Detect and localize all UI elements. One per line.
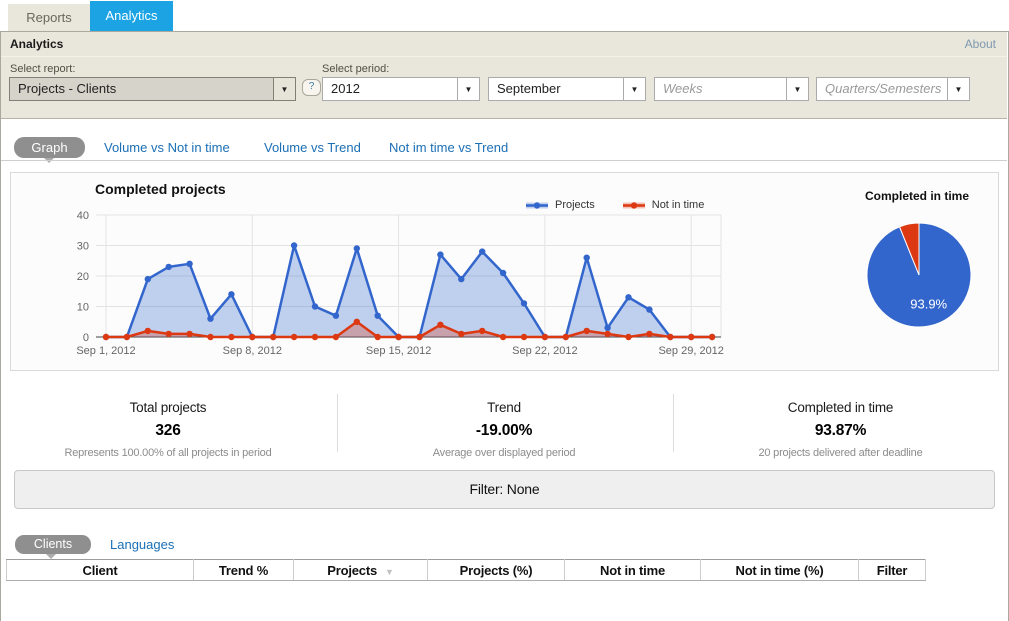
month-dropdown-value[interactable]: September bbox=[489, 78, 623, 100]
weeks-dropdown[interactable]: Weeks ▼ bbox=[654, 77, 809, 101]
dropdown-arrow-icon[interactable]: ▼ bbox=[786, 78, 808, 100]
help-icon[interactable]: ? bbox=[302, 79, 321, 96]
line-chart-title: Completed projects bbox=[95, 181, 226, 197]
select-period-label: Select period: bbox=[322, 63, 389, 75]
stat-value: 93.87% bbox=[672, 422, 1009, 440]
stat-subtext: Represents 100.00% of all projects in pe… bbox=[0, 447, 336, 459]
svg-text:93.9%: 93.9% bbox=[910, 297, 947, 312]
stat-completed-in-time: Completed in time 93.87% 20 projects del… bbox=[672, 392, 1009, 459]
tab-volume-vs-trend[interactable]: Volume vs Trend bbox=[264, 140, 361, 155]
col-not-in-time[interactable]: Not in time bbox=[565, 560, 701, 581]
year-dropdown-value[interactable]: 2012 bbox=[323, 78, 457, 100]
stat-value: 326 bbox=[0, 422, 336, 440]
dropdown-arrow-icon[interactable]: ▼ bbox=[457, 78, 479, 100]
stats-divider bbox=[337, 394, 338, 452]
tab-clients[interactable]: Clients bbox=[15, 535, 91, 554]
svg-text:Sep 29, 2012: Sep 29, 2012 bbox=[658, 345, 723, 357]
svg-text:10: 10 bbox=[77, 302, 89, 314]
tab-not-im-time-vs-trend[interactable]: Not im time vs Trend bbox=[389, 140, 508, 155]
tab-reports[interactable]: Reports bbox=[8, 4, 90, 31]
legend-label: Not in time bbox=[652, 199, 705, 211]
dropdown-arrow-icon[interactable]: ▼ bbox=[273, 78, 295, 100]
header-bar: Analytics About bbox=[1, 32, 1007, 57]
help-glyph: ? bbox=[309, 81, 315, 92]
tab-analytics[interactable]: Analytics bbox=[90, 1, 173, 31]
legend-item-projects: Projects bbox=[524, 199, 595, 211]
stat-value: -19.00% bbox=[336, 422, 672, 440]
dropdown-arrow-glyph: ▼ bbox=[955, 85, 963, 94]
year-dropdown[interactable]: 2012 ▼ bbox=[322, 77, 480, 101]
about-link[interactable]: About bbox=[965, 37, 996, 51]
svg-text:Sep 1, 2012: Sep 1, 2012 bbox=[76, 345, 135, 357]
tab-volume-vs-not-in-time[interactable]: Volume vs Not in time bbox=[104, 140, 230, 155]
clients-table: Client Trend % Projects ▼ Projects (%) No… bbox=[6, 559, 926, 581]
tab-graph[interactable]: Graph bbox=[14, 137, 85, 158]
svg-text:Sep 15, 2012: Sep 15, 2012 bbox=[366, 345, 431, 357]
chart-panel: 0 10 20 30 40 Sep 1, 2012 Sep 8, 2012 Sep 15, 2… bbox=[10, 172, 999, 371]
col-not-in-time-pct[interactable]: Not in time (%) bbox=[701, 560, 859, 581]
svg-text:30: 30 bbox=[77, 241, 89, 253]
svg-text:40: 40 bbox=[77, 210, 89, 222]
month-dropdown[interactable]: September ▼ bbox=[488, 77, 646, 101]
completed-in-time-pie: 93.9% bbox=[861, 217, 977, 337]
filter-summary-bar[interactable]: Filter: None bbox=[14, 470, 995, 509]
stats-divider bbox=[673, 394, 674, 452]
weeks-dropdown-placeholder[interactable]: Weeks bbox=[655, 78, 786, 100]
stat-subtext: Average over displayed period bbox=[336, 447, 672, 459]
select-report-label: Select report: bbox=[10, 63, 75, 75]
sort-desc-icon: ▼ bbox=[385, 567, 394, 577]
svg-text:0: 0 bbox=[83, 332, 89, 344]
not-in-time-legend-icon bbox=[621, 200, 647, 211]
col-projects-pct[interactable]: Projects (%) bbox=[428, 560, 565, 581]
tab-languages[interactable]: Languages bbox=[110, 537, 174, 552]
dropdown-arrow-glyph: ▼ bbox=[281, 85, 289, 94]
dropdown-arrow-icon[interactable]: ▼ bbox=[623, 78, 645, 100]
stat-label: Completed in time bbox=[672, 400, 1009, 415]
stat-total-projects: Total projects 326 Represents 100.00% of… bbox=[0, 392, 336, 459]
col-projects[interactable]: Projects ▼ bbox=[294, 560, 428, 581]
stat-subtext: 20 projects delivered after deadline bbox=[672, 447, 1009, 459]
dropdown-arrow-icon[interactable]: ▼ bbox=[947, 78, 969, 100]
stat-label: Total projects bbox=[0, 400, 336, 415]
report-dropdown[interactable]: Projects - Clients ▼ bbox=[9, 77, 296, 101]
analytics-page: Reports Analytics Analytics About Select… bbox=[0, 0, 1009, 621]
select-area: Select report: Select period: Projects -… bbox=[1, 57, 1007, 119]
dropdown-arrow-glyph: ▼ bbox=[465, 85, 473, 94]
col-client[interactable]: Client bbox=[7, 560, 194, 581]
legend-label: Projects bbox=[555, 199, 595, 211]
chart-legend: Projects Not in time bbox=[524, 199, 704, 211]
quarters-dropdown-placeholder[interactable]: Quarters/Semesters bbox=[817, 78, 947, 100]
pie-chart-title: Completed in time bbox=[837, 189, 997, 203]
svg-text:Sep 8, 2012: Sep 8, 2012 bbox=[223, 345, 282, 357]
report-dropdown-value[interactable]: Projects - Clients bbox=[10, 78, 273, 100]
col-filter[interactable]: Filter bbox=[859, 560, 926, 581]
projects-legend-icon bbox=[524, 200, 550, 211]
col-projects-label: Projects bbox=[327, 563, 377, 578]
stat-trend: Trend -19.00% Average over displayed per… bbox=[336, 392, 672, 459]
quarters-dropdown[interactable]: Quarters/Semesters ▼ bbox=[816, 77, 970, 101]
tabs-divider bbox=[1, 160, 1007, 161]
dropdown-arrow-glyph: ▼ bbox=[631, 85, 639, 94]
page-title: Analytics bbox=[10, 37, 63, 51]
stat-label: Trend bbox=[336, 400, 672, 415]
table-header-row: Client Trend % Projects ▼ Projects (%) No… bbox=[7, 560, 926, 581]
legend-item-not-in-time: Not in time bbox=[621, 199, 705, 211]
svg-text:20: 20 bbox=[77, 271, 89, 283]
col-trend[interactable]: Trend % bbox=[194, 560, 294, 581]
svg-text:Sep 22, 2012: Sep 22, 2012 bbox=[512, 345, 577, 357]
dropdown-arrow-glyph: ▼ bbox=[794, 85, 802, 94]
